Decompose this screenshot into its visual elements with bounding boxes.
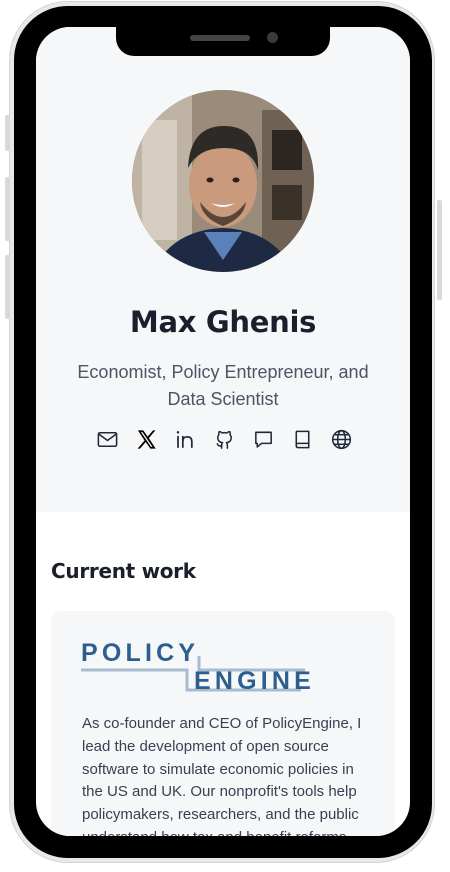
- linkedin-link[interactable]: [172, 426, 198, 452]
- social-links: [94, 426, 354, 452]
- current-work-heading: Current work: [51, 559, 196, 583]
- phone-button-volume-up: [5, 177, 10, 241]
- phone-button-power: [437, 200, 442, 300]
- phone-button-volume-down: [5, 255, 10, 319]
- phone-screen: Max Ghenis Economist, Policy Entrepreneu…: [36, 27, 410, 836]
- notch: [116, 27, 330, 56]
- globe-link[interactable]: [328, 426, 354, 452]
- profile-name: Max Ghenis: [129, 305, 317, 339]
- chat-icon: [254, 431, 272, 448]
- x-icon: [137, 429, 156, 449]
- phone-button-mute: [5, 115, 10, 151]
- avatar: [132, 90, 314, 272]
- github-link[interactable]: [211, 426, 237, 452]
- logo-text-engine: ENGINE: [194, 667, 316, 695]
- email-link[interactable]: [94, 426, 120, 452]
- linkedin-icon: [176, 430, 193, 448]
- chat-link[interactable]: [250, 426, 276, 452]
- book-link[interactable]: [289, 426, 315, 452]
- current-work-description: As co-founder and CEO of PolicyEngine, I…: [82, 715, 362, 836]
- email-icon: [97, 431, 117, 447]
- profile-hero: Max Ghenis Economist, Policy Entrepreneu…: [36, 27, 410, 512]
- github-icon: [216, 430, 232, 449]
- x-link[interactable]: [133, 426, 159, 452]
- front-camera: [267, 32, 278, 43]
- profile-tagline: Economist, Policy Entrepreneur, and Data…: [77, 362, 369, 409]
- avatar-photo: [132, 90, 314, 272]
- speaker: [190, 35, 250, 41]
- policyengine-logo[interactable]: POLICY ENGINE: [81, 639, 311, 695]
- logo-text-policy: POLICY: [81, 639, 200, 667]
- policyengine-card[interactable]: POLICY ENGINE As co-founder and CEO of P…: [51, 611, 395, 836]
- globe-icon: [331, 429, 351, 449]
- book-icon: [295, 430, 309, 448]
